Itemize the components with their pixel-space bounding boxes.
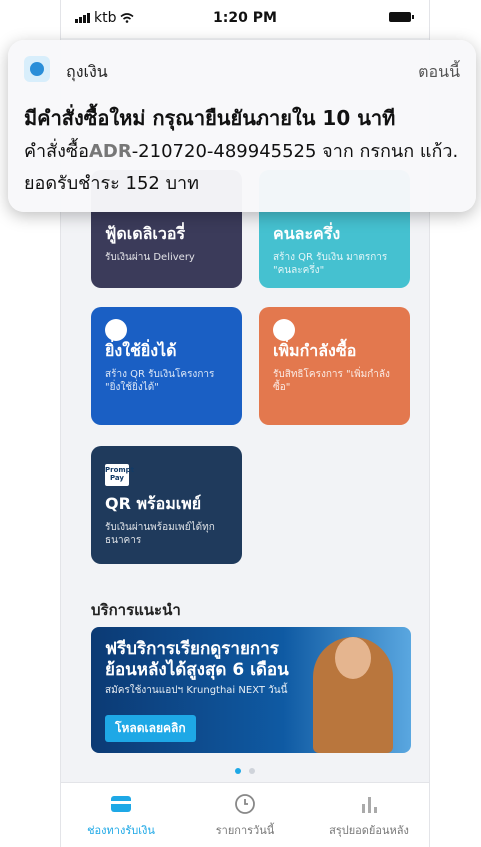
card-title: ยิ่งใช้ยิ่งได้ bbox=[105, 341, 177, 360]
card-title: QR พร้อมเพย์ bbox=[105, 494, 202, 513]
card-title: ฟู้ดเดลิเวอรี่ bbox=[105, 224, 186, 243]
bottom-tab-bar: ช่องทางรับเงิน รายการวันนี้ สรุปยอดย้อนห… bbox=[61, 782, 429, 847]
project-icon bbox=[105, 319, 127, 341]
section-title-recommended: บริการแนะนำ bbox=[91, 601, 181, 619]
banner-subtext: สมัครใช้งานแอปฯ Krungthai NEXT วันนี้ bbox=[105, 685, 288, 696]
card-title: เพิ่มกำลังซื้อ bbox=[273, 341, 357, 360]
clock-icon bbox=[235, 794, 255, 814]
status-bar: ktb 1:20 PM bbox=[61, 0, 429, 38]
card-phoem-kamlang-sue[interactable]: เพิ่มกำลังซื้อ รับสิทธิโครงการ "เพิ่มกำล… bbox=[259, 307, 410, 425]
notification-time: ตอนนี้ bbox=[418, 62, 460, 81]
card-subtitle: รับเงินผ่าน Delivery bbox=[105, 252, 195, 263]
pager-dot[interactable] bbox=[249, 768, 255, 774]
notification-body-prefix: คำสั่งซื้อ bbox=[24, 141, 89, 162]
project-icon bbox=[273, 319, 295, 341]
pager-dots[interactable] bbox=[61, 768, 429, 774]
card-qr-promptpay[interactable]: Prompt Pay QR พร้อมเพย์ รับเงินผ่านพร้อม… bbox=[91, 446, 242, 564]
banner-presenter-head bbox=[335, 637, 371, 679]
battery-icon bbox=[389, 12, 414, 22]
card-subtitle: สร้าง QR รับเงินโครงการ "ยิ่งใช้ยิ่งได้" bbox=[105, 369, 215, 393]
wallet-icon bbox=[111, 796, 131, 812]
tab-label: ช่องทางรับเงิน bbox=[87, 824, 155, 837]
tab-label: รายการวันนี้ bbox=[215, 824, 275, 837]
card-subtitle: รับสิทธิโครงการ "เพิ่มกำลังซื้อ" bbox=[273, 369, 390, 393]
tab-label: สรุปยอดย้อนหลัง bbox=[329, 824, 409, 837]
bar-chart-icon bbox=[362, 797, 377, 813]
card-ying-chai-ying-dai[interactable]: ยิ่งใช้ยิ่งได้ สร้าง QR รับเงินโครงการ "… bbox=[91, 307, 242, 425]
clock: 1:20 PM bbox=[213, 10, 277, 26]
promptpay-logo-icon: Prompt Pay bbox=[105, 464, 134, 486]
banner-headline: ฟรีบริการเรียกดูรายการ ย้อนหลังได้สูงสุด… bbox=[105, 639, 289, 680]
tab-history-summary[interactable]: สรุปยอดย้อนหลัง bbox=[309, 793, 429, 839]
card-subtitle: สร้าง QR รับเงิน มาตรการ "คนละครึ่ง" bbox=[273, 252, 388, 276]
notification-title: มีคำสั่งซื้อใหม่ กรุณายืนยันภายใน 10 นาท… bbox=[24, 106, 396, 130]
notification-app-name: ถุงเงิน bbox=[66, 62, 108, 81]
card-subtitle: รับเงินผ่านพร้อมเพย์ได้ทุก ธนาคาร bbox=[105, 522, 215, 546]
banner-download-button[interactable]: โหลดเลยคลิก bbox=[105, 715, 196, 742]
tab-today-transactions[interactable]: รายการวันนี้ bbox=[185, 793, 305, 839]
notification-body: คำสั่งซื้อADR-210720-489945525 จาก กรกนก… bbox=[24, 136, 464, 200]
push-notification[interactable]: ถุงเงิน ตอนนี้ มีคำสั่งซื้อใหม่ กรุณายืน… bbox=[8, 40, 476, 212]
pager-dot-active[interactable] bbox=[235, 768, 241, 774]
order-code-prefix: ADR bbox=[88, 141, 132, 162]
card-title: คนละครึ่ง bbox=[273, 224, 341, 243]
promo-banner[interactable]: ฟรีบริการเรียกดูรายการ ย้อนหลังได้สูงสุด… bbox=[91, 627, 411, 753]
app-icon bbox=[24, 56, 50, 82]
tab-receive-channels[interactable]: ช่องทางรับเงิน bbox=[61, 793, 181, 839]
